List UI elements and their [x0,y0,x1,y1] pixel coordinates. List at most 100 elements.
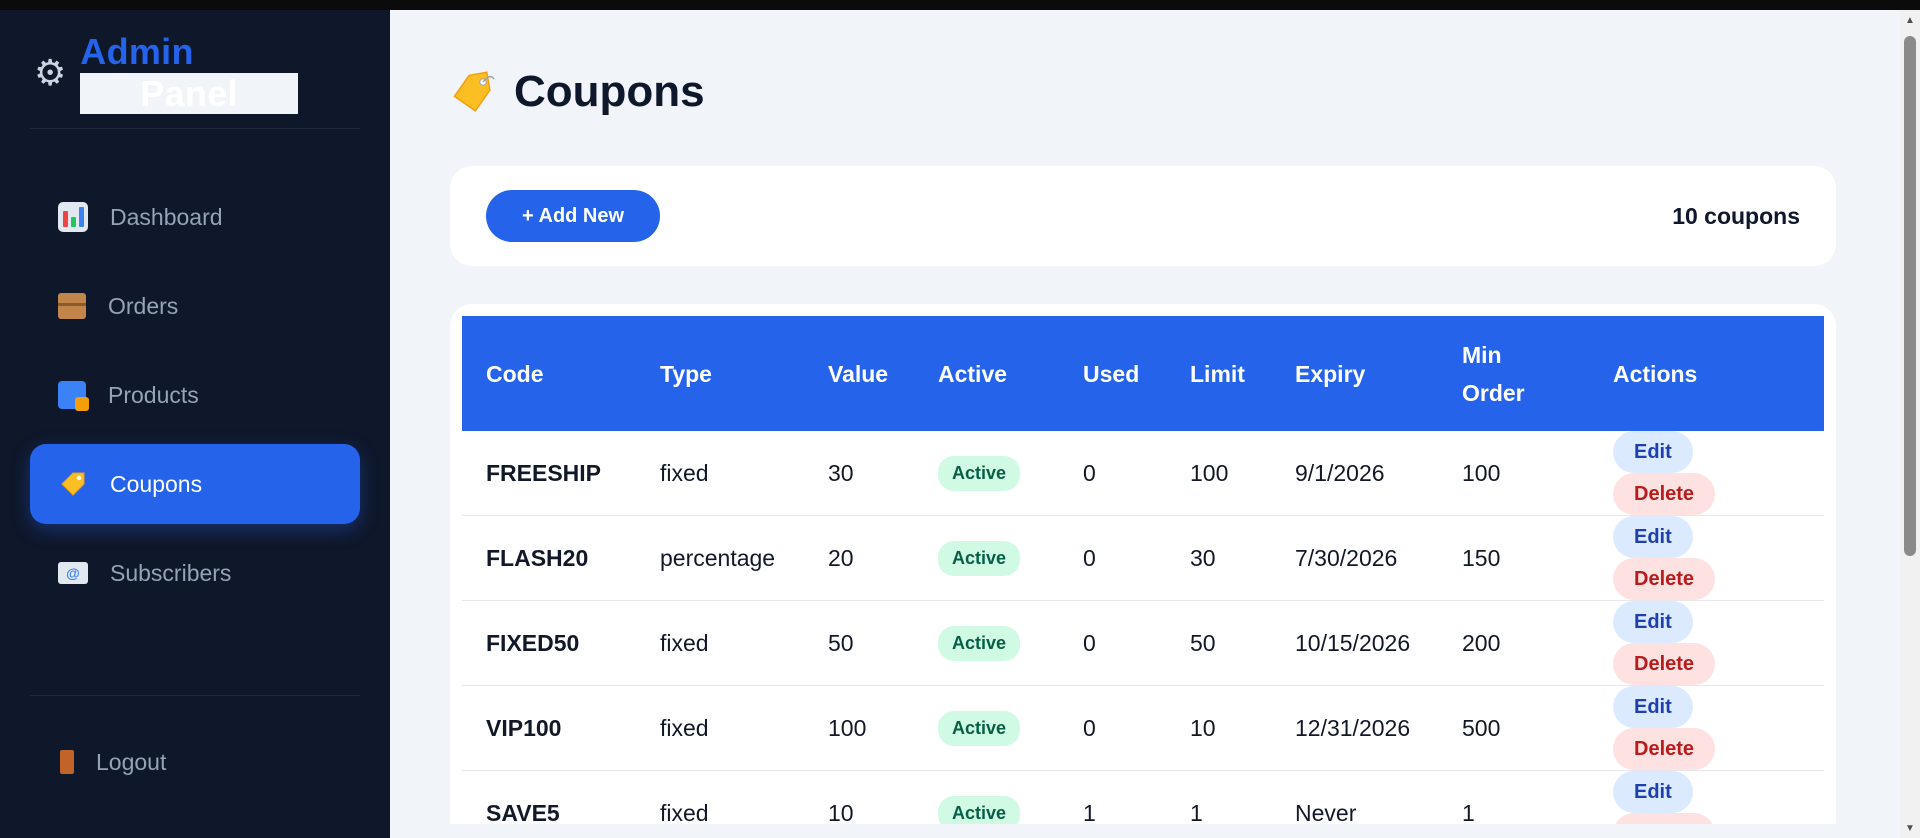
column-header-min-order: Min Order [1438,316,1589,431]
add-new-button[interactable]: + Add New [486,190,661,242]
edit-button[interactable]: Edit [1613,686,1693,728]
sidebar-item-products[interactable]: Products [30,355,360,435]
edit-button[interactable]: Edit [1613,771,1693,813]
cell-limit: 30 [1166,515,1271,601]
tag-icon [58,469,88,499]
page-header: Coupons [450,10,1840,166]
cell-code: VIP100 [462,685,636,771]
cell-actions: EditDelete [1589,770,1824,824]
scroll-thumb[interactable] [1904,36,1916,556]
coupons-table: Code Type Value Active Used Limit Expiry… [462,316,1824,824]
table-row: FIXED50 fixed 50 Active 0 50 10/15/2026 200 Edit… [462,600,1824,686]
edit-button[interactable]: Edit [1613,516,1693,558]
cell-expiry: 9/1/2026 [1271,431,1438,516]
cell-limit: 1 [1166,770,1271,824]
cell-min-order: 200 [1438,600,1589,686]
column-header-type: Type [636,316,804,431]
cell-min-order: 1 [1438,770,1589,824]
logout-button[interactable]: Logout [30,722,360,802]
column-header-limit: Limit [1166,316,1271,431]
edit-button[interactable]: Edit [1613,431,1693,473]
package-icon [58,293,86,319]
cell-actions: EditDelete [1589,600,1824,686]
cell-expiry: 12/31/2026 [1271,685,1438,771]
edit-button[interactable]: Edit [1613,601,1693,643]
window-top-bar [0,0,1920,10]
status-badge: Active [938,625,1021,661]
scroll-up-arrow-icon[interactable]: ▲ [1900,10,1920,30]
column-header-min: Min [1462,341,1502,368]
sidebar-item-label: Coupons [110,470,203,497]
sidebar-item-label: Subscribers [110,559,232,586]
app-root: ⚙ Admin Panel Dashboard Orders Products … [0,10,1920,838]
cell-type: fixed [636,600,804,686]
table-row: FLASH20 percentage 20 Active 0 30 7/30/2026 150… [462,515,1824,601]
cell-expiry: 7/30/2026 [1271,515,1438,601]
sidebar-item-dashboard[interactable]: Dashboard [30,177,360,257]
cell-min-order: 500 [1438,685,1589,771]
cell-active: Active [914,515,1059,601]
tag-icon [453,71,495,112]
cell-limit: 100 [1166,431,1271,516]
column-header-expiry: Expiry [1271,316,1438,431]
cell-type: percentage [636,515,804,601]
sidebar-item-label: Products [108,381,199,408]
cell-actions: EditDelete [1589,431,1824,516]
delete-button[interactable]: Delete [1613,643,1716,685]
cell-code: FIXED50 [462,600,636,686]
scroll-down-arrow-icon[interactable]: ▼ [1900,818,1920,838]
cell-limit: 10 [1166,685,1271,771]
sidebar-item-label: Dashboard [110,203,223,230]
cell-used: 0 [1059,431,1166,516]
brand: ⚙ Admin Panel [30,10,360,129]
column-header-used: Used [1059,316,1166,431]
cell-limit: 50 [1166,600,1271,686]
column-header-code: Code [462,316,636,431]
cell-type: fixed [636,770,804,824]
cell-active: Active [914,770,1059,824]
cell-active: Active [914,431,1059,516]
sidebar-item-orders[interactable]: Orders [30,266,360,346]
cell-type: fixed [636,431,804,516]
brand-title: Admin Panel [80,31,360,115]
cell-active: Active [914,685,1059,771]
cell-used: 0 [1059,685,1166,771]
delete-button[interactable]: Delete [1613,813,1716,824]
sidebar-item-coupons[interactable]: Coupons [30,444,360,524]
table-body: FREESHIP fixed 30 Active 0 100 9/1/2026 100 Edit… [462,431,1824,824]
column-header-actions: Actions [1589,316,1824,431]
brand-title-accent: Admin [80,31,194,72]
cell-value: 100 [804,685,914,771]
column-header-order: Order [1462,379,1525,406]
sidebar-divider [30,695,360,696]
cell-min-order: 100 [1438,431,1589,516]
cell-actions: EditDelete [1589,515,1824,601]
table-row: FREESHIP fixed 30 Active 0 100 9/1/2026 100 Edit… [462,431,1824,516]
cell-expiry: Never [1271,770,1438,824]
status-badge: Active [938,795,1021,824]
table-row: SAVE5fixed10Active11Never1EditDelete [462,770,1824,824]
cell-expiry: 10/15/2026 [1271,600,1438,686]
door-icon [60,750,74,774]
delete-button[interactable]: Delete [1613,473,1716,515]
sidebar-item-label: Orders [108,292,179,319]
sidebar: ⚙ Admin Panel Dashboard Orders Products … [0,10,390,838]
toolbar: + Add New 10 coupons [450,166,1836,266]
sidebar-item-subscribers[interactable]: @ Subscribers [30,533,360,613]
page-scrollbar[interactable]: ▲ ▼ [1900,10,1920,838]
delete-button[interactable]: Delete [1613,558,1716,600]
logout-label: Logout [96,748,167,775]
cell-code: FREESHIP [462,431,636,516]
delete-button[interactable]: Delete [1613,728,1716,770]
bar-chart-icon [58,202,88,232]
page-title: Coupons [514,67,705,116]
coupon-count: 10 coupons [1672,202,1800,229]
cell-actions: EditDelete [1589,685,1824,771]
column-header-value: Value [804,316,914,431]
cell-active: Active [914,600,1059,686]
status-badge: Active [938,540,1021,576]
cell-used: 0 [1059,600,1166,686]
table-row: VIP100 fixed 100 Active 0 10 12/31/2026 500 Edit… [462,685,1824,771]
cell-code: SAVE5 [462,770,636,824]
envelope-icon: @ [58,562,88,584]
